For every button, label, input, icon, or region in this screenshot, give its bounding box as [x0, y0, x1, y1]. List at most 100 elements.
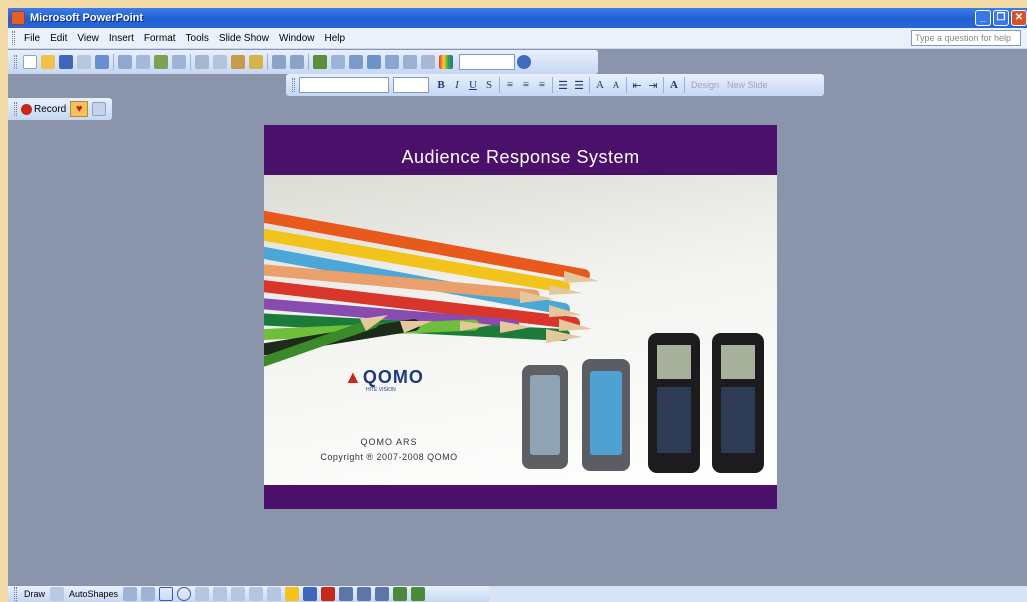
insert-picture-icon[interactable]: [267, 587, 282, 601]
formatting-toolbar: B I U S ≡ ≡ ≡ ☰ ☰ A A ⇤ ⇥ A Design New S…: [286, 74, 824, 96]
insert-table-icon[interactable]: [331, 55, 345, 69]
font-color-icon[interactable]: A: [666, 79, 682, 91]
email-icon[interactable]: [95, 55, 109, 69]
underline-icon[interactable]: U: [465, 79, 481, 91]
copyright-text[interactable]: Copyright ® 2007-2008 QOMO: [264, 452, 514, 462]
new-slide-button[interactable]: New Slide: [727, 80, 768, 90]
spelling-icon[interactable]: [154, 55, 168, 69]
menu-help[interactable]: Help: [320, 33, 351, 44]
close-icon[interactable]: ✕: [1011, 10, 1027, 26]
diagram-icon[interactable]: [231, 587, 246, 601]
text-box-icon[interactable]: [195, 587, 210, 601]
insert-chart-icon[interactable]: [313, 55, 327, 69]
undo-icon[interactable]: [272, 55, 286, 69]
insert-slide-icon[interactable]: [92, 102, 107, 116]
save-icon[interactable]: [59, 55, 73, 69]
separator: [113, 54, 114, 70]
show-grid-icon[interactable]: [421, 55, 435, 69]
rectangle-icon[interactable]: [159, 587, 174, 601]
logo-tagline: HITE VISION: [366, 387, 396, 393]
menu-tools[interactable]: Tools: [181, 33, 214, 44]
menu-window[interactable]: Window: [274, 33, 320, 44]
format-painter-icon[interactable]: [249, 55, 263, 69]
clip-art-icon[interactable]: [249, 587, 264, 601]
minimize-icon[interactable]: _: [975, 10, 991, 26]
powerpoint-window: Microsoft PowerPoint _ ❐ ✕ File Edit Vie…: [8, 8, 1027, 602]
help-icon[interactable]: [517, 55, 531, 69]
decrease-font-size-icon[interactable]: A: [608, 80, 624, 90]
toolbar-grip[interactable]: [14, 102, 17, 116]
line-icon[interactable]: [123, 587, 138, 601]
align-left-icon[interactable]: ≡: [502, 79, 518, 91]
help-question-input[interactable]: Type a question for help: [911, 30, 1021, 46]
toolbar-grip[interactable]: [14, 587, 17, 601]
menu-slide-show[interactable]: Slide Show: [214, 33, 274, 44]
fill-color-icon[interactable]: [285, 587, 300, 601]
slide-title[interactable]: Audience Response System: [264, 125, 777, 175]
print-preview-icon[interactable]: [136, 55, 150, 69]
numbering-icon[interactable]: ☰: [555, 79, 571, 92]
separator: [552, 77, 553, 93]
paste-icon[interactable]: [231, 55, 245, 69]
menu-insert[interactable]: Insert: [104, 33, 139, 44]
cut-icon[interactable]: [195, 55, 209, 69]
bold-icon[interactable]: B: [433, 79, 449, 91]
arrow-icon[interactable]: [141, 587, 156, 601]
draw-menu-button[interactable]: Draw: [24, 589, 45, 599]
record-icon: [21, 103, 32, 115]
redo-icon[interactable]: [290, 55, 304, 69]
new-icon[interactable]: [23, 55, 37, 69]
autoshapes-menu-button[interactable]: AutoShapes: [69, 589, 118, 599]
bullets-icon[interactable]: ☰: [571, 79, 587, 92]
font-color-icon[interactable]: [321, 587, 336, 601]
separator: [499, 77, 500, 93]
decrease-indent-icon[interactable]: ⇤: [629, 79, 645, 92]
line-style-icon[interactable]: [339, 587, 354, 601]
toolbar-grip[interactable]: [292, 78, 295, 92]
oval-icon[interactable]: [177, 587, 192, 601]
qomo-logo: ▲QOMO: [344, 367, 424, 387]
record-toolbar: Record ♥: [8, 98, 112, 120]
print-icon[interactable]: [118, 55, 132, 69]
permission-icon[interactable]: [77, 55, 91, 69]
menu-view[interactable]: View: [72, 33, 104, 44]
product-name[interactable]: QOMO ARS: [264, 437, 514, 447]
copy-icon[interactable]: [213, 55, 227, 69]
restore-icon[interactable]: ❐: [993, 10, 1009, 26]
menu-format[interactable]: Format: [139, 33, 181, 44]
wordart-icon[interactable]: [213, 587, 228, 601]
center-icon[interactable]: ≡: [518, 79, 534, 91]
shadow-icon[interactable]: S: [481, 79, 497, 91]
tables-borders-icon[interactable]: [349, 55, 363, 69]
3d-style-icon[interactable]: [411, 587, 426, 601]
line-color-icon[interactable]: [303, 587, 318, 601]
show-formatting-icon[interactable]: [403, 55, 417, 69]
font-size-select[interactable]: [393, 77, 429, 93]
heart-icon[interactable]: ♥: [70, 101, 89, 117]
increase-indent-icon[interactable]: ⇥: [645, 79, 661, 92]
font-select[interactable]: [299, 77, 389, 93]
drawing-toolbar: Draw AutoShapes: [8, 586, 490, 602]
menu-edit[interactable]: Edit: [45, 33, 72, 44]
color-grayscale-icon[interactable]: [439, 55, 453, 69]
toolbar-grip[interactable]: [12, 31, 15, 45]
insert-hyperlink-icon[interactable]: [367, 55, 381, 69]
dash-style-icon[interactable]: [357, 587, 372, 601]
shadow-style-icon[interactable]: [393, 587, 408, 601]
separator: [308, 54, 309, 70]
record-button[interactable]: Record: [21, 103, 66, 115]
research-icon[interactable]: [172, 55, 186, 69]
align-right-icon[interactable]: ≡: [534, 79, 550, 91]
zoom-select[interactable]: [459, 54, 515, 70]
menu-file[interactable]: File: [19, 33, 45, 44]
design-button[interactable]: Design: [691, 80, 719, 90]
toolbar-grip[interactable]: [14, 55, 17, 69]
arrow-style-icon[interactable]: [375, 587, 390, 601]
expand-all-icon[interactable]: [385, 55, 399, 69]
open-icon[interactable]: [41, 55, 55, 69]
select-objects-icon[interactable]: [50, 587, 65, 601]
slide-canvas[interactable]: Audience Response System ▲QOMO HITE VISI…: [264, 125, 777, 509]
increase-font-size-icon[interactable]: A: [592, 79, 608, 91]
italic-icon[interactable]: I: [449, 79, 465, 91]
powerpoint-app-icon[interactable]: [11, 11, 25, 25]
